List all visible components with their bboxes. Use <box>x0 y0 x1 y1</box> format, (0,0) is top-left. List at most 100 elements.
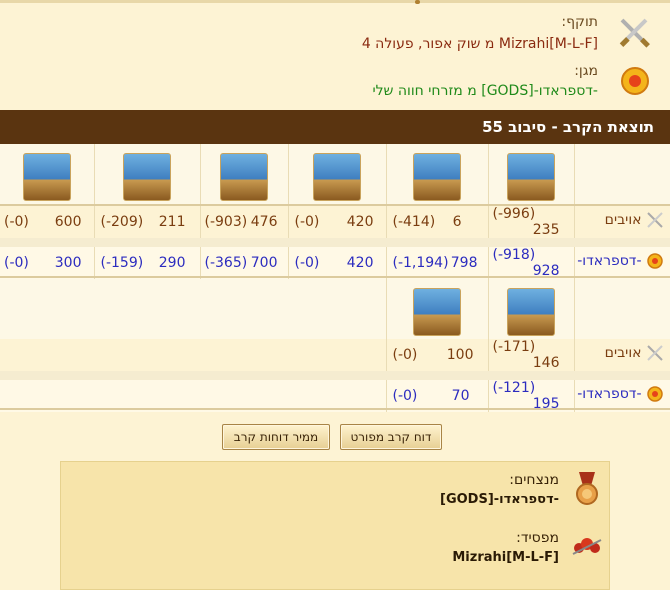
count-value: 6 <box>452 214 462 230</box>
loss-value: (-0) <box>4 214 29 230</box>
unit-cell <box>200 144 289 204</box>
mine-row-1: (-0) 300 (-159) 290 (-365) 700 (-0) 420 (-1,… <box>0 247 670 279</box>
defender-label: מגן: <box>574 63 598 79</box>
losers-name[interactable]: Mizrahi[M-L-F] <box>452 550 559 565</box>
unit-count-cell: (-159) 290 <box>94 247 201 279</box>
count-value: 146 <box>532 355 560 371</box>
unit-count-cell: (-365) 700 <box>200 247 289 279</box>
top-divider <box>0 0 670 3</box>
unit-cell <box>488 279 575 339</box>
label-header-cell <box>574 144 670 204</box>
unit-count-cell: (-0) 420 <box>288 206 387 238</box>
crossed-swords-icon <box>619 18 650 48</box>
block-divider <box>0 408 670 410</box>
count-value: 290 <box>158 255 186 271</box>
cannon-boat-icon[interactable] <box>507 153 555 201</box>
defeated-units-icon <box>572 538 602 555</box>
unit-cell <box>0 144 95 204</box>
loss-value: (-1,194) <box>392 255 449 271</box>
ram-ship-icon[interactable] <box>413 288 461 336</box>
crossed-swords-icon <box>646 212 663 228</box>
unit-count-cell: (-0) 300 <box>0 247 95 279</box>
detailed-report-button[interactable]: דוח קרב מפורט <box>340 424 442 450</box>
loss-value: (-121) <box>492 380 536 396</box>
loss-value: (-918) <box>492 247 536 263</box>
empty-cell <box>288 279 387 339</box>
count-value: 211 <box>158 214 186 230</box>
paddle-ship-icon[interactable] <box>507 288 555 336</box>
count-value: 600 <box>54 214 82 230</box>
loss-value: (-171) <box>492 339 536 355</box>
attacker-info: תוקף: Mizrahi[M-L-F] מ שוק אפור, פעולה 4 <box>150 14 650 58</box>
count-value: 70 <box>451 388 470 404</box>
enemies-label-cell: אויבים <box>574 206 670 238</box>
units-table-2 <box>0 279 670 339</box>
battle-summary: מנצחים: -דספראדו-[GODS] מפסיד: Mizrahi[M… <box>60 461 610 590</box>
unit-cell <box>386 279 489 339</box>
fire-ship-icon[interactable] <box>413 153 461 201</box>
unit-cell <box>488 144 575 204</box>
empty-cell <box>94 339 200 371</box>
winners-name[interactable]: -דספראדו-[GODS] <box>440 492 559 507</box>
target-mortar-ship-icon[interactable] <box>123 153 171 201</box>
shield-icon <box>646 386 663 402</box>
empty-cell <box>0 339 94 371</box>
enemies-row-1: (-0) 600 (-209) 211 (-903) 476 (-0) 420 (-41… <box>0 206 670 252</box>
shield-icon <box>646 253 663 269</box>
shield-icon <box>621 67 649 95</box>
units-table-1 <box>0 144 670 204</box>
count-value: 100 <box>446 347 474 363</box>
loss-value: (-0) <box>392 388 418 404</box>
mine-label-cell: -דספראדו- <box>574 247 670 279</box>
unit-count-cell: (-918) 928 <box>488 247 575 279</box>
unit-count-cell: (-0) 100 <box>386 339 489 371</box>
loss-value: (-159) <box>100 255 144 271</box>
count-value: 798 <box>450 255 478 271</box>
count-value: 476 <box>250 214 278 230</box>
loss-value: (-0) <box>294 214 320 230</box>
block-divider <box>0 276 670 278</box>
unit-count-cell: (-996) 235 <box>488 206 575 238</box>
enemies-label-cell: אויבים <box>574 339 670 371</box>
loss-value: (-414) <box>392 214 436 230</box>
catapult-ship-icon[interactable] <box>220 153 268 201</box>
unit-cell <box>288 144 387 204</box>
unit-count-cell: (-171) 146 <box>488 339 575 371</box>
losers-label: מפסיד: <box>516 530 559 546</box>
count-value: 300 <box>54 255 82 271</box>
label-header-cell <box>574 279 670 339</box>
empty-cell <box>200 279 288 339</box>
loss-value: (-209) <box>100 214 144 230</box>
battle-result-title: תוצאת הקרב - סיבוב 55 <box>482 118 654 136</box>
winners-label: מנצחים: <box>509 472 559 488</box>
loss-value: (-365) <box>204 255 248 271</box>
defender-info: מגן: -דספראדו-[GODS] מ מזרחי חווה שלי <box>150 63 650 107</box>
top-divider-mark <box>415 0 420 4</box>
unit-count-cell: (-1,194) 798 <box>386 247 489 279</box>
unit-count-cell: (-414) 6 <box>386 206 489 238</box>
enemies-row-2: (-0) 100 (-171) 146 אויבים <box>0 339 670 385</box>
loss-value: (-996) <box>492 206 536 222</box>
unit-count-cell: (-0) 420 <box>288 247 387 279</box>
unit-count-cell: (-0) 600 <box>0 206 95 238</box>
enemies-label: אויבים <box>604 212 642 228</box>
defender-name[interactable]: -דספראדו-[GODS] מ מזרחי חווה שלי <box>372 83 598 99</box>
report-converter-button[interactable]: ממיר דוחות קרב <box>222 424 330 450</box>
empty-cell <box>0 279 94 339</box>
unit-cell <box>94 144 201 204</box>
unit-count-cell: (-209) 211 <box>94 206 201 238</box>
count-value: 700 <box>250 255 278 271</box>
mortar-ship-icon[interactable] <box>22 153 71 201</box>
medal-icon <box>576 472 598 505</box>
loss-value: (-0) <box>392 347 418 363</box>
mine-label: -דספראדו- <box>577 253 642 269</box>
unit-count-cell: (-903) 476 <box>200 206 289 238</box>
count-value: 420 <box>346 214 374 230</box>
loss-value: (-0) <box>4 255 29 271</box>
empty-cell <box>94 279 200 339</box>
ballista-ship-icon[interactable] <box>313 153 361 201</box>
attacker-name[interactable]: Mizrahi[M-L-F] מ שוק אפור, פעולה 4 <box>362 36 598 52</box>
mine-label: -דספראדו- <box>577 386 642 402</box>
count-value: 235 <box>532 222 560 238</box>
crossed-swords-icon <box>646 345 663 361</box>
